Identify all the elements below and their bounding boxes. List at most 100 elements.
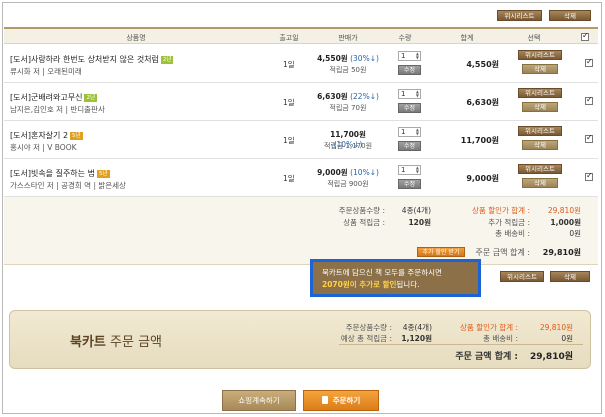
header-select: 선택 xyxy=(527,34,541,42)
ebook-badge: 2년 xyxy=(84,94,98,102)
row-total: 11,700원 xyxy=(460,136,499,145)
discount-value: 29,810원 xyxy=(547,206,581,215)
points-value: 120원 xyxy=(408,218,431,227)
sale-price: 6,630원 (22%↓) xyxy=(317,92,379,101)
delete-top-button[interactable]: 삭제 xyxy=(549,10,591,21)
cart-total-value: 29,810원 xyxy=(529,352,573,362)
stepper-icon[interactable]: ▲ ▼ xyxy=(416,166,419,174)
order-total-value: 29,810원 xyxy=(542,248,581,257)
row-checkbox[interactable]: ✓ xyxy=(585,171,593,181)
row-total: 6,630원 xyxy=(466,98,499,107)
order-button[interactable]: 주문하기 xyxy=(303,390,379,411)
product-title[interactable]: [도서]군배려와고무신 2년 xyxy=(10,92,98,103)
header-price: 판매가 xyxy=(338,34,358,42)
cart-count-label: 주문상품수량 : xyxy=(345,323,392,332)
cart-count-value: 4종(4개) xyxy=(402,323,432,332)
row-total: 9,000원 xyxy=(466,174,499,183)
row-wishlist-button[interactable]: 위시리스트 xyxy=(518,50,562,60)
product-author: 가스스타인 저 | 공경희 역 | 밝은세상 xyxy=(10,181,126,190)
header-qty: 수량 xyxy=(398,34,412,42)
table-row: [도서]빗속을 질주하는 법 5년 가스스타인 저 | 공경희 역 | 밝은세상 … xyxy=(4,159,598,197)
product-title[interactable]: [도서]혼자살기 2 5년 xyxy=(10,130,83,141)
delete-bottom-button[interactable]: 삭제 xyxy=(550,271,590,282)
extra-points-value: 1,000원 xyxy=(550,218,581,227)
stepper-icon[interactable]: ▲ ▼ xyxy=(416,90,419,98)
cart-divider xyxy=(339,344,583,345)
row-wishlist-button[interactable]: 위시리스트 xyxy=(518,88,562,98)
row-wishlist-button[interactable]: 위시리스트 xyxy=(518,164,562,174)
header-total: 합계 xyxy=(460,34,474,42)
row-total: 4,550원 xyxy=(466,60,499,69)
shipping-label: 총 배송비 : xyxy=(495,229,530,238)
cart-points-label: 예상 총 적립금 : xyxy=(340,334,392,343)
order-icon xyxy=(321,396,328,404)
order-total-label: 주문 금액 합계 : xyxy=(475,248,530,257)
order-count-value: 4종(4개) xyxy=(401,206,431,215)
cart-discount-label: 상품 할인가 합계 : xyxy=(460,323,518,332)
sale-price: 4,550원 (30%↓) xyxy=(317,54,379,63)
ship-days: 1일 xyxy=(283,60,295,69)
order-count-label: 주문상품수량 : xyxy=(338,206,385,215)
ship-days: 1일 xyxy=(283,174,295,183)
update-qty-button[interactable]: 수정 xyxy=(398,179,421,189)
product-title[interactable]: [도서]사랑하라 한번도 상처받지 않은 것처럼 2년 xyxy=(10,54,174,65)
update-qty-button[interactable]: 수정 xyxy=(398,141,421,151)
row-points: 적립금 1,170원 xyxy=(323,142,373,150)
update-qty-button[interactable]: 수정 xyxy=(398,103,421,113)
notice-line1: 북카트에 담으신 책 모두를 주문하시면 xyxy=(322,268,442,277)
table-header: 상품명 출고일 판매가 수량 합계 선택 ✓ xyxy=(4,27,598,44)
points-label: 상품 적립금 : xyxy=(343,218,385,227)
product-title[interactable]: [도서]빗속을 질주하는 법 5년 xyxy=(10,168,110,179)
row-delete-button[interactable]: 삭제 xyxy=(522,64,558,74)
table-row: [도서]군배려와고무신 2년 남지은,김인호 저 | 반디출판사 1일 6,630… xyxy=(4,83,598,121)
stepper-icon[interactable]: ▲ ▼ xyxy=(416,128,419,136)
header-ship-date: 출고일 xyxy=(279,34,299,42)
row-wishlist-button[interactable]: 위시리스트 xyxy=(518,126,562,136)
row-points: 적립금 900원 xyxy=(327,180,369,188)
row-delete-button[interactable]: 삭제 xyxy=(522,178,558,188)
table-row: [도서]혼자살기 2 5년 홍시야 저 | V BOOK 1일 11,700원 (… xyxy=(4,121,598,159)
row-checkbox[interactable]: ✓ xyxy=(585,57,593,67)
ship-days: 1일 xyxy=(283,98,295,107)
notice-line2: 2070원이 추가로 할인됩니다. xyxy=(322,280,420,289)
cart-shipping-label: 총 배송비 : xyxy=(483,334,518,343)
discount-label: 상품 할인가 합계 : xyxy=(472,206,530,215)
cart-total-label: 주문 금액 합계 : xyxy=(455,352,518,362)
quantity-input[interactable]: 1 ▲ ▼ xyxy=(398,165,421,175)
update-qty-button[interactable]: 수정 xyxy=(398,65,421,75)
product-author: 류시화 저 | 오래된미래 xyxy=(10,67,82,76)
quantity-input[interactable]: 1 ▲ ▼ xyxy=(398,127,421,137)
row-delete-button[interactable]: 삭제 xyxy=(522,102,558,112)
row-checkbox[interactable]: ✓ xyxy=(585,133,593,143)
ebook-badge: 5년 xyxy=(96,170,110,178)
sale-price: 9,000원 (10%↓) xyxy=(317,168,379,177)
ship-days: 1일 xyxy=(283,136,295,145)
quantity-input[interactable]: 1 ▲ ▼ xyxy=(398,51,421,61)
continue-shopping-button[interactable]: 쇼핑계속하기 xyxy=(222,390,296,411)
select-all-checkbox[interactable]: ✓ xyxy=(581,31,589,41)
stepper-icon[interactable]: ▲ ▼ xyxy=(416,52,419,60)
row-delete-button[interactable]: 삭제 xyxy=(522,140,558,150)
cart-discount-value: 29,810원 xyxy=(539,323,573,332)
bookcart-title: 북카트 주문 금액 xyxy=(70,335,162,350)
wishlist-bottom-button[interactable]: 위시리스트 xyxy=(500,271,544,282)
shipping-value: 0원 xyxy=(569,229,581,238)
cart-points-value: 1,120원 xyxy=(401,334,432,343)
ebook-badge: 5년 xyxy=(70,132,83,140)
discount-notice: 북카트에 담으신 책 모두를 주문하시면 2070원이 추가로 할인됩니다. xyxy=(310,259,481,297)
row-points: 적립금 50원 xyxy=(329,66,367,74)
extra-discount-button[interactable]: 추가 할인 받기 xyxy=(417,247,465,257)
extra-points-label: 추가 적립금 : xyxy=(488,218,530,227)
row-checkbox[interactable]: ✓ xyxy=(585,95,593,105)
bookcart-total-box: 북카트 주문 금액 주문상품수량 : 4종(4개) 예상 총 적립금 : 1,1… xyxy=(9,310,591,369)
cart-shipping-value: 0원 xyxy=(561,334,573,343)
product-author: 홍시야 저 | V BOOK xyxy=(10,143,77,152)
product-author: 남지은,김인호 저 | 반디출판사 xyxy=(10,105,105,114)
order-summary: 주문상품수량 : 4종(4개) 상품 적립금 : 120원 상품 할인가 합계 … xyxy=(4,197,598,265)
ebook-badge: 2년 xyxy=(160,56,174,64)
table-row: [도서]사랑하라 한번도 상처받지 않은 것처럼 2년 류시화 저 | 오래된미래… xyxy=(4,45,598,83)
quantity-input[interactable]: 1 ▲ ▼ xyxy=(398,89,421,99)
wishlist-top-button[interactable]: 위시리스트 xyxy=(497,10,542,21)
row-points: 적립금 70원 xyxy=(329,104,367,112)
header-product: 상품명 xyxy=(126,34,146,42)
